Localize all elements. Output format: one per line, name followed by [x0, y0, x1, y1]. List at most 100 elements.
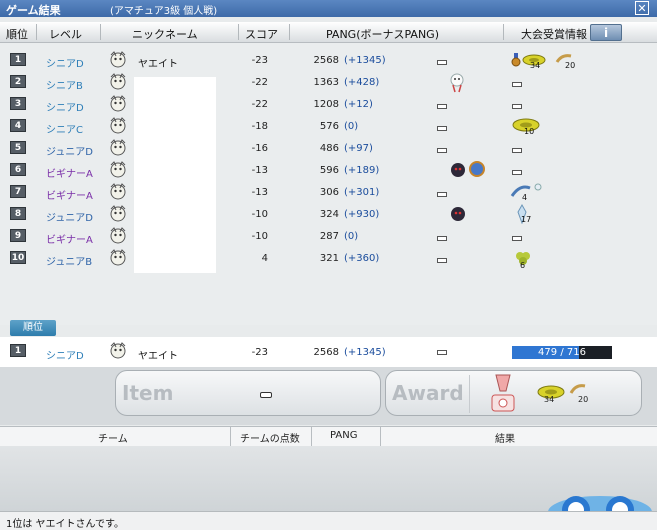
bonus-pang-value: (+428)	[344, 77, 380, 88]
rank-badge: 6	[10, 163, 26, 176]
award-icons: 6	[512, 248, 542, 270]
dash-icon	[437, 350, 447, 355]
award-info-button[interactable]: i	[590, 24, 622, 41]
header-pang: PANG(ボーナスPANG)	[326, 28, 439, 41]
level-label: ビギナーA	[46, 169, 93, 180]
bonus-pang-value: (0)	[344, 121, 359, 132]
header-score: スコア	[245, 28, 278, 41]
dash-icon	[437, 104, 447, 109]
bonus-pang-value: (0)	[344, 231, 359, 242]
rank-badge: 2	[10, 75, 26, 88]
character-avatar-icon	[110, 227, 126, 244]
rank-badge: 10	[10, 251, 26, 264]
bonus-pang-value: (+1345)	[344, 347, 386, 358]
level-label: シニアC	[46, 125, 83, 136]
dash-icon	[437, 192, 447, 197]
bonus-pang-value: (+97)	[344, 143, 373, 154]
level-label: ビギナーA	[46, 235, 93, 246]
character-avatar-icon	[110, 183, 126, 200]
table-row[interactable]: 10 ジュニアB 4 321 (+360) 6	[0, 248, 657, 270]
rank-badge: 3	[10, 97, 26, 110]
score-value: -22	[251, 99, 268, 110]
award-icons: 10	[512, 118, 552, 138]
header-divider	[100, 24, 101, 40]
pang-value: 2568	[313, 55, 339, 66]
dash-icon	[437, 60, 447, 65]
score-value: -23	[251, 55, 268, 66]
header-award-info: 大会受賞情報	[521, 28, 587, 41]
character-avatar-icon	[110, 342, 126, 359]
score-value: -22	[251, 77, 268, 88]
bonus-pang-value: (+360)	[344, 253, 380, 264]
window-subtitle: (アマチュア3級 個人戦)	[110, 6, 218, 17]
experience-bar: 479 / 716	[512, 346, 612, 359]
award-count: 34	[544, 395, 555, 404]
nickname: ヤエイト	[138, 351, 178, 362]
award-count: 34	[530, 61, 541, 70]
character-avatar-icon	[110, 95, 126, 112]
trophy-box-icon	[491, 374, 515, 412]
award-count: 4	[522, 193, 528, 202]
dash-icon	[437, 236, 447, 241]
nickname: ヤエイト	[138, 59, 178, 70]
pang-value: 1208	[313, 99, 339, 110]
bonus-pang-value: (+930)	[344, 209, 380, 220]
pang-value: 306	[319, 187, 339, 198]
character-avatar-icon	[110, 205, 126, 222]
ghost-character-icon	[450, 73, 464, 93]
table-row[interactable]: 8 ジュニアD -10 324 (+930) 17	[0, 204, 657, 226]
header-team: チーム	[98, 434, 128, 445]
score-value: -18	[251, 121, 268, 132]
header-divider	[36, 24, 37, 40]
level-label: ジュニアD	[46, 213, 94, 224]
character-avatar-icon	[110, 139, 126, 156]
bonus-pang-value: (+189)	[344, 165, 380, 176]
item-box[interactable]: Item	[115, 370, 381, 416]
title-bar: ゲーム結果 (アマチュア3級 個人戦) ✕	[0, 0, 657, 17]
header-level: レベル	[49, 28, 82, 41]
score-value: -10	[251, 209, 268, 220]
table-row[interactable]: 9 ビギナーA -10 287 (0)	[0, 226, 657, 248]
header-team-pang: PANG	[330, 430, 358, 441]
pang-value: 486	[319, 143, 339, 154]
table-row[interactable]: 4 シニアC -18 576 (0) 10	[0, 116, 657, 138]
award-count: 20	[578, 395, 589, 404]
pang-value: 2568	[313, 347, 339, 358]
header-divider	[289, 24, 290, 40]
table-row[interactable]: 7 ビギナーA -13 306 (+301) 4	[0, 182, 657, 204]
character-avatar-icon	[110, 161, 126, 178]
bonus-pang-value: (+301)	[344, 187, 380, 198]
award-icons: 34 20	[510, 50, 580, 70]
table-row[interactable]: 1 シニアD ヤエイト -23 2568 (+1345) 34 20	[0, 50, 657, 72]
rank-badge: 8	[10, 207, 26, 220]
award-count: 20	[565, 61, 576, 70]
dark-character-icon	[451, 207, 465, 221]
pang-value: 324	[319, 209, 339, 220]
dash-icon	[512, 82, 522, 87]
rank-badge: 9	[10, 229, 26, 242]
rank-badge: 1	[10, 53, 26, 66]
item-label: Item	[122, 381, 174, 405]
table-row[interactable]: 6 ビギナーA -13 596 (+189)	[0, 160, 657, 182]
pang-value: 576	[319, 121, 339, 132]
award-box[interactable]: Award 34 20	[385, 370, 642, 416]
score-value: 4	[261, 253, 268, 264]
experience-text: 479 / 716	[538, 347, 586, 358]
pang-value: 1363	[313, 77, 339, 88]
dash-icon	[437, 258, 447, 263]
header-divider	[230, 427, 231, 446]
close-icon[interactable]: ✕	[635, 1, 649, 15]
pang-value: 287	[319, 231, 339, 242]
award-icons: 4	[510, 182, 550, 204]
score-value: -16	[251, 143, 268, 154]
header-result: 結果	[495, 434, 515, 445]
header-team-score: チームの点数	[240, 434, 300, 445]
table-row[interactable]: 3 シニアD -22 1208 (+12)	[0, 94, 657, 116]
my-rank-tab: 順位	[10, 320, 56, 336]
table-row[interactable]: 2 シニアB -22 1363 (+428)	[0, 72, 657, 94]
bonus-pang-value: (+12)	[344, 99, 373, 110]
score-value: -10	[251, 231, 268, 242]
table-row[interactable]: 5 ジュニアD -16 486 (+97)	[0, 138, 657, 160]
header-nickname: ニックネーム	[132, 28, 198, 41]
character-avatar-icon	[110, 117, 126, 134]
